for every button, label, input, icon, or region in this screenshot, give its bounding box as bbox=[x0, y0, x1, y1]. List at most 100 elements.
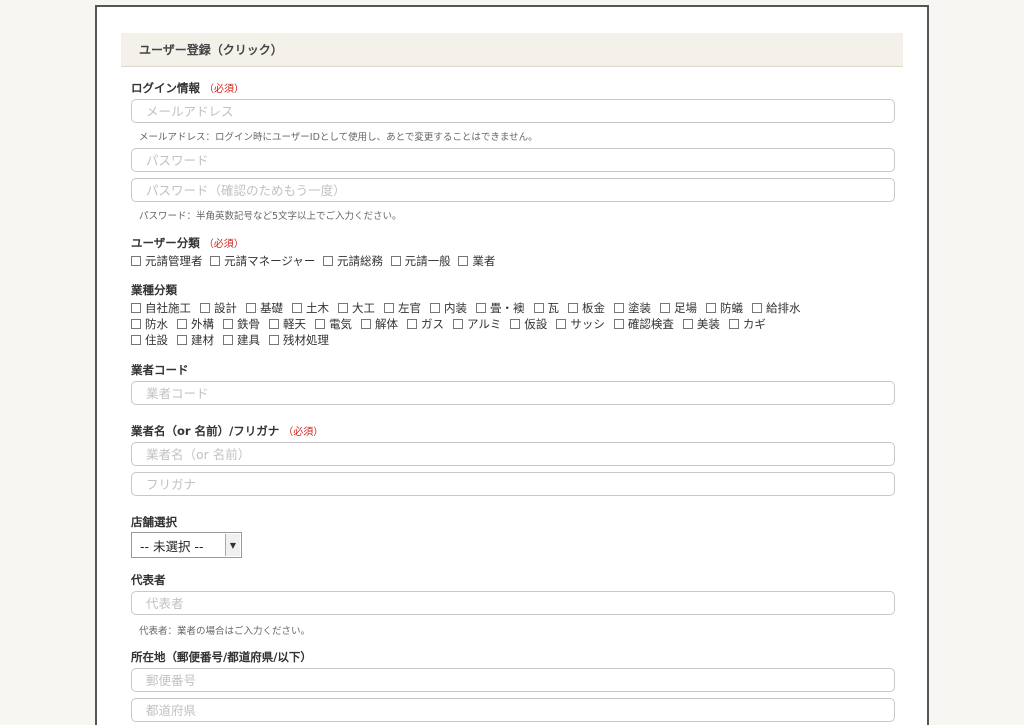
checkbox[interactable] bbox=[568, 303, 578, 313]
trade-option[interactable]: 内装 bbox=[430, 300, 467, 316]
user-type-option[interactable]: 業者 bbox=[458, 253, 495, 269]
postal-code-field[interactable] bbox=[131, 668, 895, 692]
checkbox[interactable] bbox=[660, 303, 670, 313]
trade-option[interactable]: 防蟻 bbox=[706, 300, 743, 316]
checkbox[interactable] bbox=[131, 335, 141, 345]
checkbox[interactable] bbox=[706, 303, 716, 313]
trade-option[interactable]: 軽天 bbox=[269, 316, 306, 332]
trade-option[interactable]: 美装 bbox=[682, 316, 720, 332]
checkbox[interactable] bbox=[510, 319, 521, 329]
trade-option[interactable]: 大工 bbox=[338, 300, 375, 316]
trade-option[interactable]: 外構 bbox=[177, 316, 214, 332]
option-label: 軽天 bbox=[283, 317, 306, 331]
trade-option[interactable]: 自社施工 bbox=[131, 300, 191, 316]
user-type-options: 元請管理者 元請マネージャー 元請総務 元請一般 業者 bbox=[131, 253, 499, 269]
option-label: 大工 bbox=[352, 301, 375, 315]
trade-option[interactable]: アルミ bbox=[453, 316, 501, 332]
page-title[interactable]: ユーザー登録（クリック） bbox=[121, 33, 903, 67]
checkbox[interactable] bbox=[131, 303, 141, 313]
trade-option[interactable]: 確認検査 bbox=[613, 316, 674, 332]
trade-option[interactable]: 建具 bbox=[223, 332, 260, 348]
checkbox[interactable] bbox=[682, 319, 693, 329]
store-select-value: -- 未選択 -- bbox=[140, 538, 204, 554]
user-type-option[interactable]: 元請マネージャー bbox=[210, 253, 315, 269]
trade-option[interactable]: 基礎 bbox=[246, 300, 283, 316]
email-hint: メールアドレス：ログイン時にユーザーIDとして使用し、あとで変更することはできま… bbox=[139, 132, 538, 143]
checkbox[interactable] bbox=[752, 303, 762, 313]
checkbox[interactable] bbox=[223, 319, 233, 329]
checkbox[interactable] bbox=[315, 319, 325, 329]
checkbox[interactable] bbox=[458, 256, 469, 266]
checkbox[interactable] bbox=[390, 256, 401, 266]
trade-option[interactable]: 仮設 bbox=[510, 316, 547, 332]
checkbox[interactable] bbox=[476, 303, 486, 313]
checkbox[interactable] bbox=[430, 303, 440, 313]
checkbox[interactable] bbox=[384, 303, 394, 313]
option-label: 確認検査 bbox=[627, 317, 674, 331]
trade-option[interactable]: サッシ bbox=[556, 316, 605, 332]
trade-option[interactable]: 給排水 bbox=[752, 300, 801, 316]
checkbox[interactable] bbox=[269, 335, 279, 345]
vendor-name-field[interactable] bbox=[131, 442, 895, 466]
trade-option[interactable]: 板金 bbox=[568, 300, 605, 316]
trade-option[interactable]: 解体 bbox=[361, 316, 398, 332]
checkbox[interactable] bbox=[269, 319, 279, 329]
option-label: 仮設 bbox=[524, 317, 548, 331]
user-type-option[interactable]: 元請総務 bbox=[323, 253, 383, 269]
password-confirm-field[interactable] bbox=[131, 178, 895, 202]
trade-option[interactable]: 電気 bbox=[315, 316, 352, 332]
checkbox[interactable] bbox=[728, 319, 739, 329]
trade-option[interactable]: 足場 bbox=[660, 300, 697, 316]
required-mark: （必須） bbox=[283, 427, 324, 438]
store-select[interactable]: -- 未選択 -- ▼ bbox=[131, 532, 242, 558]
user-type-option[interactable]: 元請一般 bbox=[390, 253, 451, 269]
checkbox[interactable] bbox=[453, 319, 463, 329]
representative-field[interactable] bbox=[131, 591, 895, 615]
checkbox[interactable] bbox=[200, 303, 210, 313]
email-field[interactable] bbox=[131, 99, 895, 123]
checkbox[interactable] bbox=[131, 256, 141, 266]
trade-option[interactable]: 左官 bbox=[384, 300, 421, 316]
checkbox[interactable] bbox=[323, 256, 334, 266]
password-field[interactable] bbox=[131, 148, 895, 172]
trade-option[interactable]: 畳・襖 bbox=[476, 300, 525, 316]
checkbox[interactable] bbox=[246, 303, 256, 313]
user-type-option[interactable]: 元請管理者 bbox=[131, 253, 203, 269]
checkbox[interactable] bbox=[361, 319, 371, 329]
option-label: ガス bbox=[421, 317, 444, 331]
vendor-name-label-text: 業者名（or 名前）/フリガナ bbox=[131, 424, 280, 438]
checkbox[interactable] bbox=[533, 303, 544, 313]
trade-option[interactable]: 設計 bbox=[200, 300, 237, 316]
vendor-code-field[interactable] bbox=[131, 381, 895, 405]
checkbox[interactable] bbox=[210, 256, 221, 266]
trade-option[interactable]: 土木 bbox=[292, 300, 329, 316]
prefecture-field[interactable] bbox=[131, 698, 895, 722]
checkbox[interactable] bbox=[613, 319, 624, 329]
trade-option[interactable]: ガス bbox=[407, 316, 444, 332]
checkbox[interactable] bbox=[556, 319, 567, 329]
trade-option[interactable]: 防水 bbox=[131, 316, 168, 332]
checkbox[interactable] bbox=[292, 303, 302, 313]
trade-option[interactable]: 住設 bbox=[131, 332, 168, 348]
checkbox[interactable] bbox=[131, 319, 141, 329]
option-label: 業者 bbox=[472, 254, 496, 268]
checkbox[interactable] bbox=[338, 303, 348, 313]
trade-option[interactable]: 鉄骨 bbox=[223, 316, 260, 332]
chevron-down-icon[interactable]: ▼ bbox=[225, 534, 240, 556]
user-type-label: ユーザー分類 （必須） bbox=[131, 235, 244, 251]
trade-option[interactable]: 瓦 bbox=[533, 300, 559, 316]
option-label: 基礎 bbox=[260, 301, 283, 315]
checkbox[interactable] bbox=[223, 335, 233, 345]
trade-option[interactable]: 塗装 bbox=[614, 300, 651, 316]
option-label: 左官 bbox=[398, 301, 421, 315]
checkbox[interactable] bbox=[614, 303, 624, 313]
checkbox[interactable] bbox=[177, 335, 187, 345]
trade-option[interactable]: 建材 bbox=[177, 332, 214, 348]
trade-option[interactable]: カギ bbox=[728, 316, 766, 332]
password-hint: パスワード：半角英数記号など5文字以上でご入力ください。 bbox=[139, 211, 402, 222]
checkbox[interactable] bbox=[407, 319, 417, 329]
checkbox[interactable] bbox=[177, 319, 187, 329]
option-label: 残材処理 bbox=[283, 333, 329, 347]
trade-option[interactable]: 残材処理 bbox=[269, 332, 329, 348]
furigana-field[interactable] bbox=[131, 472, 895, 496]
